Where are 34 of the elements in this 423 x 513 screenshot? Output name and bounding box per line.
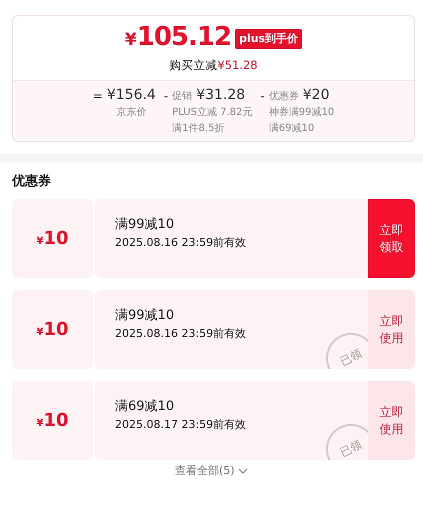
- coupon-title: 满69减10: [115, 398, 176, 416]
- use-button[interactable]: 立即使用: [368, 381, 415, 460]
- use-button[interactable]: 立即使用: [368, 290, 415, 370]
- breakdown-note: 满1件8.5折: [172, 122, 226, 135]
- breakdown-note: PLUS立减 7.82元: [172, 106, 252, 119]
- coupon-value: 10: [43, 410, 69, 432]
- saving-text: 购买立减¥51.28: [168, 56, 259, 74]
- section-title: 优惠券: [12, 172, 52, 191]
- coupon-value: 10: [43, 319, 69, 340]
- coupon-validity: 2025.08.17 23:59前有效: [115, 417, 248, 434]
- coupon-validity: 2025.08.16 23:59前有效: [115, 326, 248, 342]
- coupon-currency: ¥: [36, 236, 44, 248]
- coupon-validity: 2025.08.16 23:59前有效: [115, 235, 248, 252]
- chevron-down-icon: [238, 468, 248, 474]
- coupon-title: 满99减10: [115, 307, 176, 326]
- coupon-currency: ¥: [36, 418, 44, 430]
- view-all-link[interactable]: 查看全部(5): [174, 464, 248, 478]
- breakdown-amount: ¥20: [302, 86, 330, 104]
- coupon-value: 10: [43, 228, 69, 250]
- coupon-title: 满99减10: [115, 216, 176, 234]
- operator-sign: -: [260, 88, 265, 105]
- breakdown-label: 促销: [172, 90, 192, 103]
- coupon-currency: ¥: [36, 327, 44, 338]
- breakdown-note: 满69减10: [268, 122, 316, 135]
- breakdown-label: 优惠券: [268, 90, 299, 103]
- breakdown-note: 神券满99减10: [268, 106, 334, 119]
- claim-button[interactable]: 立即领取: [368, 199, 415, 278]
- operator-sign: -: [164, 88, 168, 105]
- breakdown-amount: ¥156.4: [106, 86, 156, 104]
- price: ¥105.12: [124, 24, 232, 54]
- breakdown-note: 京东价: [115, 106, 148, 119]
- operator-sign: =: [92, 88, 103, 105]
- price-badge: plus到手价: [235, 28, 302, 49]
- breakdown-amount: ¥31.28: [196, 86, 246, 104]
